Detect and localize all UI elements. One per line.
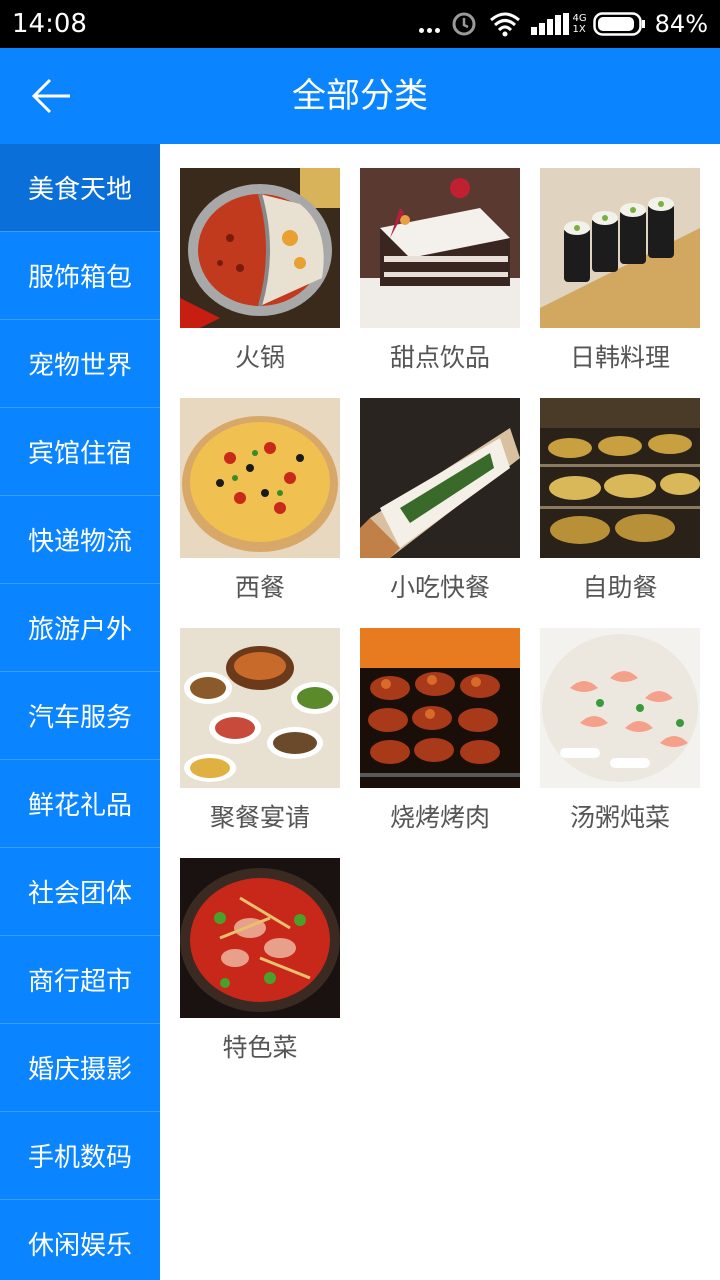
subcategory-label: 烧烤烤肉 <box>389 803 490 832</box>
page-title: 全部分类 <box>292 76 428 116</box>
more-dots-icon <box>417 8 443 40</box>
subcategory-label: 火锅 <box>234 343 285 372</box>
sidebar-item-digital[interactable]: 手机数码 <box>0 1112 160 1200</box>
status-bar: 14:08 4G 1X 84% <box>0 0 720 48</box>
subcategory-desserts[interactable]: 甜点饮品 <box>360 168 520 398</box>
sidebar-item-label: 服饰箱包 <box>27 263 132 293</box>
subcategory-label: 汤粥炖菜 <box>569 803 670 832</box>
back-button[interactable] <box>22 66 82 126</box>
category-sidebar: 美食天地 服饰箱包 宠物世界 宾馆住宿 快递物流 旅游户外 汽车服务 鲜花礼品 … <box>0 144 160 1280</box>
arrow-left-icon <box>31 78 70 114</box>
bbq-photo <box>360 628 520 788</box>
buffet-photo <box>540 398 700 558</box>
subcategory-bbq[interactable]: 烧烤烤肉 <box>360 628 520 858</box>
sidebar-item-label: 宠物世界 <box>27 351 132 381</box>
category-content: 火锅 甜点饮品 日韩料理 西餐 小吃快餐 自助餐 聚餐宴请 烧烤烤肉 汤粥炖菜 … <box>160 144 720 1280</box>
sandwich-photo <box>360 398 520 558</box>
subcategory-buffet[interactable]: 自助餐 <box>540 398 700 628</box>
network-type: 4G 1X <box>573 13 587 35</box>
specialty-dish-photo <box>180 858 340 1018</box>
sidebar-item-organizations[interactable]: 社会团体 <box>0 848 160 936</box>
subcategory-hotpot[interactable]: 火锅 <box>180 168 340 398</box>
alarm-icon <box>452 12 476 36</box>
sidebar-item-label: 休闲娱乐 <box>27 1231 132 1261</box>
subcategory-label: 甜点饮品 <box>389 343 490 372</box>
subcategory-japanese-korean[interactable]: 日韩料理 <box>540 168 700 398</box>
network-type-bottom: 1X <box>572 24 586 35</box>
sidebar-item-label: 旅游户外 <box>27 615 132 645</box>
subcategory-label: 特色菜 <box>222 1033 298 1062</box>
sidebar-item-delivery[interactable]: 快递物流 <box>0 496 160 584</box>
subcategory-banquet[interactable]: 聚餐宴请 <box>180 628 340 858</box>
subcategory-western[interactable]: 西餐 <box>180 398 340 628</box>
subcategory-grid: 火锅 甜点饮品 日韩料理 西餐 小吃快餐 自助餐 聚餐宴请 烧烤烤肉 汤粥炖菜 … <box>180 168 700 1088</box>
cake-photo <box>360 168 520 328</box>
sidebar-item-clothing[interactable]: 服饰箱包 <box>0 232 160 320</box>
banquet-photo <box>180 628 340 788</box>
sidebar-item-label: 汽车服务 <box>27 703 132 733</box>
hotpot-photo <box>180 168 340 328</box>
signal-icon <box>530 13 569 35</box>
subcategory-label: 小吃快餐 <box>389 573 490 602</box>
sidebar-item-leisure[interactable]: 休闲娱乐 <box>0 1200 160 1280</box>
sidebar-item-label: 宾馆住宿 <box>27 439 132 469</box>
status-icons: 4G 1X 84% <box>417 8 708 40</box>
sidebar-item-label: 商行超市 <box>27 967 132 997</box>
subcategory-soup[interactable]: 汤粥炖菜 <box>540 628 700 858</box>
sidebar-item-label: 鲜花礼品 <box>27 791 132 821</box>
subcategory-label: 西餐 <box>234 573 285 602</box>
sidebar-item-travel[interactable]: 旅游户外 <box>0 584 160 672</box>
battery-icon <box>592 12 645 36</box>
sidebar-item-auto[interactable]: 汽车服务 <box>0 672 160 760</box>
sidebar-item-label: 社会团体 <box>27 879 132 909</box>
app-header: 全部分类 <box>0 48 720 144</box>
sidebar-item-label: 婚庆摄影 <box>27 1055 132 1085</box>
subcategory-label: 日韩料理 <box>569 343 670 372</box>
sidebar-item-hotels[interactable]: 宾馆住宿 <box>0 408 160 496</box>
soup-photo <box>540 628 700 788</box>
status-time: 14:08 <box>12 9 87 39</box>
sidebar-item-flowers[interactable]: 鲜花礼品 <box>0 760 160 848</box>
pizza-photo <box>180 398 340 558</box>
sidebar-item-pets[interactable]: 宠物世界 <box>0 320 160 408</box>
subcategory-label: 自助餐 <box>582 573 658 602</box>
sidebar-item-label: 美食天地 <box>27 175 132 205</box>
subcategory-snacks[interactable]: 小吃快餐 <box>360 398 520 628</box>
subcategory-label: 聚餐宴请 <box>209 803 310 832</box>
sidebar-item-label: 快递物流 <box>27 527 132 557</box>
sidebar-item-food[interactable]: 美食天地 <box>0 144 160 232</box>
sidebar-item-wedding[interactable]: 婚庆摄影 <box>0 1024 160 1112</box>
network-type-top: 4G <box>572 13 587 24</box>
sushi-photo <box>540 168 700 328</box>
sidebar-item-label: 手机数码 <box>27 1143 132 1173</box>
wifi-icon <box>489 12 520 37</box>
subcategory-specialty[interactable]: 特色菜 <box>180 858 340 1088</box>
battery-percent: 84% <box>654 10 708 38</box>
sidebar-item-supermarkets[interactable]: 商行超市 <box>0 936 160 1024</box>
